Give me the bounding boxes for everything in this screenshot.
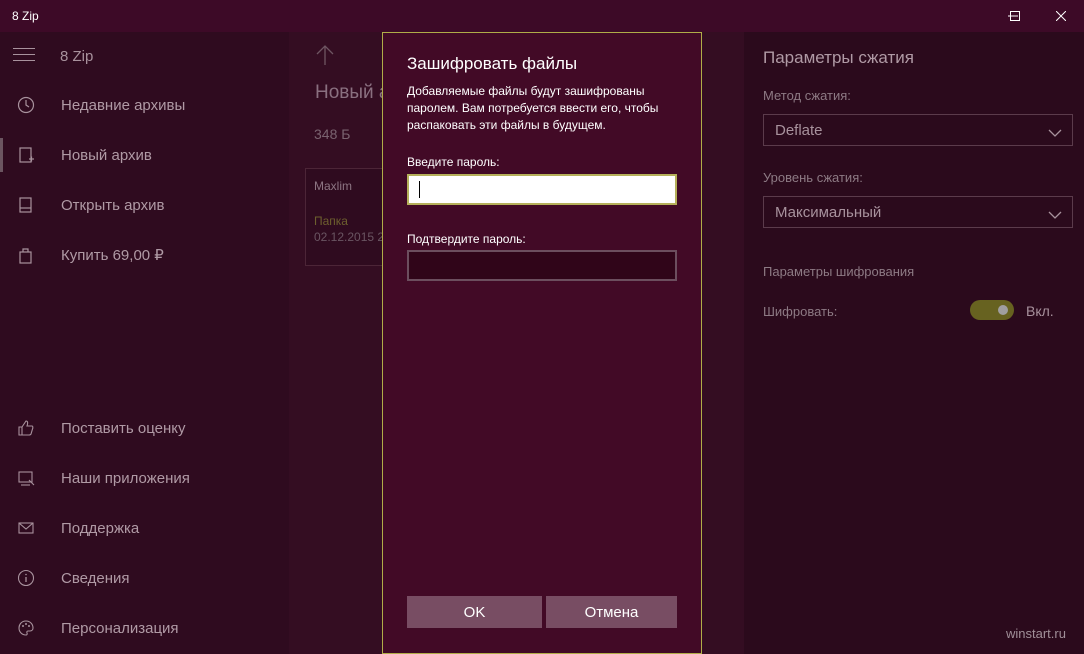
maximize-icon bbox=[1010, 11, 1020, 21]
cancel-button[interactable]: Отмена bbox=[546, 596, 677, 628]
store-icon bbox=[16, 468, 36, 488]
sidebar-item-label: Поставить оценку bbox=[61, 419, 186, 437]
sidebar-item-about[interactable]: Сведения bbox=[0, 553, 289, 603]
close-icon bbox=[1056, 11, 1066, 21]
level-select[interactable]: Максимальный bbox=[763, 196, 1073, 228]
settings-heading: Параметры сжатия bbox=[763, 48, 914, 67]
chevron-down-icon bbox=[1048, 125, 1062, 143]
encrypt-label: Шифровать: bbox=[763, 304, 838, 319]
encrypt-files-dialog: Зашифровать файлы Добавляемые файлы буду… bbox=[382, 32, 702, 654]
method-value: Deflate bbox=[775, 122, 823, 139]
hamburger-line bbox=[13, 54, 35, 55]
password-input[interactable] bbox=[407, 174, 677, 205]
sidebar-item-new-archive[interactable]: Новый архив bbox=[0, 130, 289, 180]
archive-size: 348 Б bbox=[314, 126, 351, 142]
method-select[interactable]: Deflate bbox=[763, 114, 1073, 146]
shopping-bag-icon bbox=[16, 245, 36, 265]
sidebar-item-label: Недавние архивы bbox=[61, 96, 186, 114]
sidebar-item-our-apps[interactable]: Наши приложения bbox=[0, 453, 289, 503]
window-title: 8 Zip bbox=[12, 9, 39, 23]
watermark: winstart.ru bbox=[1006, 626, 1066, 641]
sidebar-item-open-archive[interactable]: Открыть архив bbox=[0, 180, 289, 230]
sidebar-item-label: Сведения bbox=[61, 569, 130, 587]
level-label: Уровень сжатия: bbox=[763, 170, 863, 185]
maximize-button[interactable] bbox=[992, 0, 1038, 32]
sidebar-item-rate[interactable]: Поставить оценку bbox=[0, 403, 289, 453]
up-arrow-icon[interactable] bbox=[315, 44, 335, 66]
open-archive-icon bbox=[16, 195, 36, 215]
close-button[interactable] bbox=[1038, 0, 1084, 32]
new-archive-icon bbox=[16, 145, 36, 165]
sidebar-item-label: Наши приложения bbox=[61, 469, 190, 487]
clock-icon bbox=[16, 95, 36, 115]
mail-icon bbox=[16, 518, 36, 538]
compression-settings-panel: Параметры сжатия Метод сжатия: Deflate У… bbox=[744, 32, 1084, 654]
confirm-password-input[interactable] bbox=[407, 250, 677, 281]
file-name: Maxlim bbox=[314, 179, 352, 193]
sidebar-item-label: Персонализация bbox=[61, 619, 179, 637]
sidebar-item-recent[interactable]: Недавние архивы bbox=[0, 80, 289, 130]
level-value: Максимальный bbox=[775, 204, 882, 221]
archive-title: Новый архив bbox=[315, 82, 385, 103]
toggle-knob bbox=[998, 305, 1008, 315]
file-type: Папка bbox=[314, 214, 348, 228]
dialog-description: Добавляемые файлы будут зашифрованы паро… bbox=[407, 84, 659, 132]
hamburger-icon bbox=[13, 48, 35, 49]
text-caret bbox=[419, 181, 420, 198]
info-icon bbox=[16, 568, 36, 588]
chevron-down-icon bbox=[1048, 207, 1062, 225]
sidebar-item-buy[interactable]: Купить 69,00 ₽ bbox=[0, 230, 289, 280]
active-marker bbox=[0, 138, 3, 172]
thumbs-up-icon bbox=[16, 418, 36, 438]
sidebar-item-label: Купить 69,00 ₽ bbox=[61, 247, 164, 264]
palette-icon bbox=[16, 618, 36, 638]
sidebar-item-personalization[interactable]: Персонализация bbox=[0, 603, 289, 653]
sidebar-item-label: Поддержка bbox=[61, 519, 140, 537]
encrypt-toggle[interactable] bbox=[970, 300, 1014, 320]
confirm-password-label: Подтвердите пароль: bbox=[407, 232, 526, 246]
dialog-title: Зашифровать файлы bbox=[407, 54, 578, 73]
hamburger-menu-button[interactable] bbox=[13, 48, 35, 64]
sidebar: 8 Zip Недавние архивы Новый архив Открыт… bbox=[0, 32, 289, 654]
encryption-heading: Параметры шифрования bbox=[763, 264, 915, 279]
ok-button[interactable]: OK bbox=[407, 596, 542, 628]
sidebar-item-label: Открыть архив bbox=[61, 196, 165, 214]
title-bar: 8 Zip bbox=[0, 0, 1084, 32]
password-label: Введите пароль: bbox=[407, 155, 500, 169]
sidebar-item-label: Новый архив bbox=[61, 146, 152, 164]
method-label: Метод сжатия: bbox=[763, 88, 851, 103]
app-name: 8 Zip bbox=[60, 48, 94, 65]
hamburger-line bbox=[13, 60, 35, 61]
encrypt-state: Вкл. bbox=[1026, 303, 1054, 319]
sidebar-item-support[interactable]: Поддержка bbox=[0, 503, 289, 553]
